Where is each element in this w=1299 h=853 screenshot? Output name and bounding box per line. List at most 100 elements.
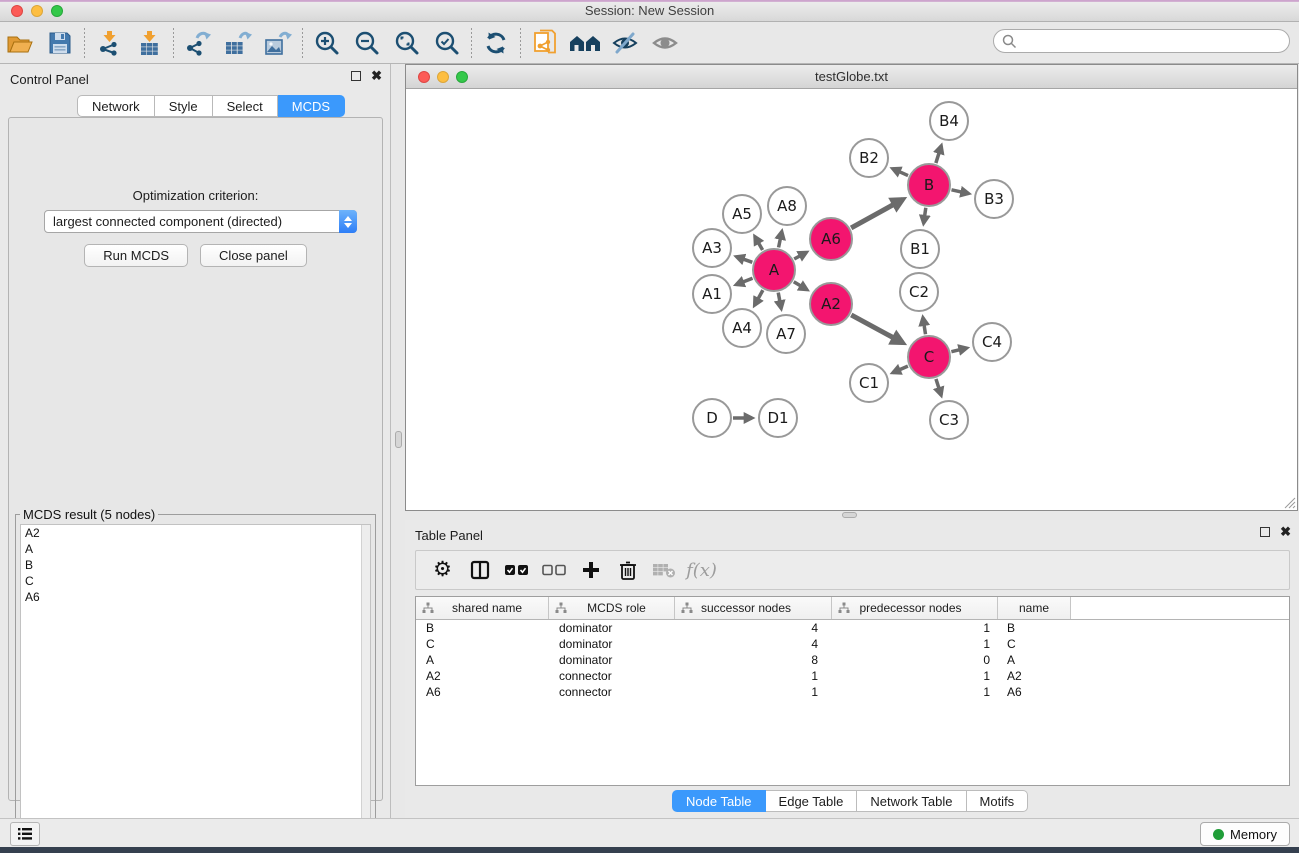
- zoom-selected-button[interactable]: [427, 25, 467, 61]
- graph-edge-B-B3[interactable]: [951, 190, 968, 194]
- graph-edge-C-C4[interactable]: [951, 348, 966, 352]
- tab-edge-table[interactable]: Edge Table: [766, 790, 858, 812]
- table-cell[interactable]: 1: [832, 621, 998, 635]
- graph-edge-C-C1[interactable]: [893, 366, 908, 373]
- table-cell[interactable]: dominator: [549, 621, 675, 635]
- hide-selected-button[interactable]: [605, 25, 645, 61]
- export-table-button[interactable]: [218, 25, 258, 61]
- graph-edge-A-A4[interactable]: [755, 290, 763, 305]
- graph-edge-A-A7[interactable]: [778, 293, 781, 309]
- graph-edge-A-A6[interactable]: [794, 252, 806, 259]
- table-cell[interactable]: A2: [416, 669, 549, 683]
- import-network-button[interactable]: [89, 25, 129, 61]
- apply-layout-button[interactable]: [476, 25, 516, 61]
- table-cell[interactable]: 4: [675, 621, 832, 635]
- table-cell[interactable]: B: [416, 621, 549, 635]
- network-graph[interactable]: AA1A2A3A4A5A6A7A8BB1B2B3B4CC1C2C3C4DD1: [406, 89, 1297, 510]
- criterion-select[interactable]: largest connected component (directed): [44, 210, 357, 233]
- table-cell[interactable]: 1: [832, 685, 998, 699]
- mcds-result-item[interactable]: B: [21, 557, 370, 573]
- table-row[interactable]: A2connector11A2: [416, 668, 1289, 684]
- select-all-button[interactable]: [498, 553, 535, 587]
- tab-node-table[interactable]: Node Table: [672, 790, 766, 812]
- zoom-out-button[interactable]: [347, 25, 387, 61]
- table-cell[interactable]: dominator: [549, 637, 675, 651]
- tab-motifs[interactable]: Motifs: [967, 790, 1029, 812]
- graph-edge-B-B4[interactable]: [936, 146, 941, 163]
- tab-mcds[interactable]: MCDS: [278, 95, 345, 117]
- add-column-button[interactable]: [572, 553, 609, 587]
- function-builder-button[interactable]: f(x): [683, 553, 720, 587]
- horizontal-splitter-handle[interactable]: [842, 512, 857, 518]
- table-cell[interactable]: C: [416, 637, 549, 651]
- graph-edge-A-A2[interactable]: [794, 282, 807, 290]
- first-neighbors-button[interactable]: [565, 25, 605, 61]
- close-panel-icon[interactable]: ✖: [371, 71, 382, 81]
- graph-edge-A-A1[interactable]: [736, 278, 752, 284]
- table-cell[interactable]: A6: [416, 685, 549, 699]
- graph-edge-B-B2[interactable]: [893, 169, 908, 176]
- float-table-panel-icon[interactable]: [1260, 527, 1270, 537]
- table-row[interactable]: Adominator80A: [416, 652, 1289, 668]
- export-network-button[interactable]: [178, 25, 218, 61]
- table-cell[interactable]: dominator: [549, 653, 675, 667]
- zoom-in-button[interactable]: [307, 25, 347, 61]
- table-cell[interactable]: 1: [675, 685, 832, 699]
- column-selector-button[interactable]: [461, 553, 498, 587]
- mcds-result-list[interactable]: A2ABCA6: [20, 524, 371, 847]
- table-cell[interactable]: connector: [549, 669, 675, 683]
- table-cell[interactable]: A: [998, 653, 1071, 667]
- mcds-result-item[interactable]: A2: [21, 525, 370, 541]
- table-cell[interactable]: 1: [832, 669, 998, 683]
- column-header-name[interactable]: name: [998, 597, 1071, 619]
- table-cell[interactable]: A: [416, 653, 549, 667]
- network-window-titlebar[interactable]: testGlobe.txt: [406, 65, 1297, 89]
- mcds-list-scrollbar[interactable]: [361, 525, 370, 846]
- table-row[interactable]: Cdominator41C: [416, 636, 1289, 652]
- graph-edge-A-A3[interactable]: [737, 257, 753, 263]
- table-cell[interactable]: 4: [675, 637, 832, 651]
- close-table-panel-icon[interactable]: ✖: [1280, 527, 1291, 537]
- memory-button[interactable]: Memory: [1200, 822, 1290, 846]
- table-cell[interactable]: B: [998, 621, 1071, 635]
- column-header-mcds-role[interactable]: MCDS role: [549, 597, 675, 619]
- save-session-button[interactable]: [40, 25, 80, 61]
- float-panel-icon[interactable]: [351, 71, 361, 81]
- graph-edge-A-A5[interactable]: [755, 237, 763, 250]
- run-mcds-button[interactable]: Run MCDS: [84, 244, 188, 267]
- open-session-button[interactable]: [0, 25, 40, 61]
- show-all-button[interactable]: [645, 25, 685, 61]
- table-cell[interactable]: 1: [832, 637, 998, 651]
- table-cell[interactable]: C: [998, 637, 1071, 651]
- graph-edge-A6-B[interactable]: [851, 199, 903, 227]
- table-row[interactable]: A6connector11A6: [416, 684, 1289, 700]
- table-cell[interactable]: 1: [675, 669, 832, 683]
- column-header-predecessor-nodes[interactable]: predecessor nodes: [832, 597, 998, 619]
- column-header-shared-name[interactable]: shared name: [416, 597, 549, 619]
- graph-edge-A2-C[interactable]: [851, 315, 902, 343]
- table-cell[interactable]: 0: [832, 653, 998, 667]
- mcds-result-item[interactable]: C: [21, 573, 370, 589]
- tab-network[interactable]: Network: [77, 95, 155, 117]
- vertical-splitter-handle[interactable]: [395, 431, 402, 448]
- resize-grip-icon[interactable]: [1283, 496, 1296, 509]
- graph-edge-A-A8[interactable]: [779, 231, 782, 247]
- graph-edge-B-B1[interactable]: [924, 208, 926, 223]
- tab-network-table[interactable]: Network Table: [857, 790, 966, 812]
- search-field[interactable]: [993, 29, 1290, 53]
- tab-style[interactable]: Style: [155, 95, 213, 117]
- mcds-result-item[interactable]: A6: [21, 589, 370, 605]
- delete-column-button[interactable]: [609, 553, 646, 587]
- task-history-button[interactable]: [10, 822, 40, 846]
- close-panel-button[interactable]: Close panel: [200, 244, 307, 267]
- tab-select[interactable]: Select: [213, 95, 278, 117]
- zoom-fit-button[interactable]: [387, 25, 427, 61]
- export-image-button[interactable]: [258, 25, 298, 61]
- table-row[interactable]: Bdominator41B: [416, 620, 1289, 636]
- table-cell[interactable]: A2: [998, 669, 1071, 683]
- import-table-button[interactable]: [129, 25, 169, 61]
- search-input[interactable]: [1017, 32, 1289, 50]
- graph-edge-C-C2[interactable]: [923, 318, 926, 335]
- network-canvas[interactable]: AA1A2A3A4A5A6A7A8BB1B2B3B4CC1C2C3C4DD1: [406, 89, 1297, 510]
- table-cell[interactable]: 8: [675, 653, 832, 667]
